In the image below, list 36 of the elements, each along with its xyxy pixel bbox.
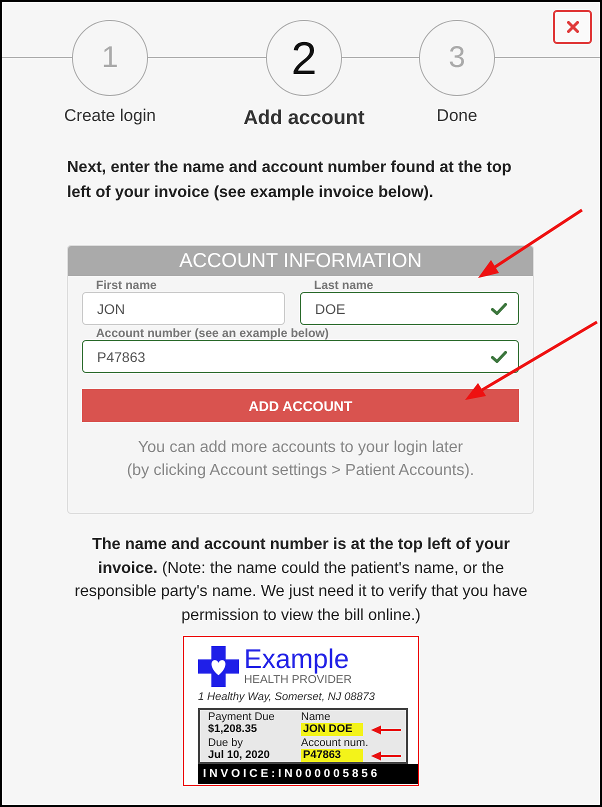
invoice-field-label: Account num. — [301, 737, 368, 749]
close-icon — [566, 21, 578, 33]
step-label: Create login — [64, 106, 156, 126]
text-field[interactable]: JON — [82, 292, 285, 325]
explanation-text: The name and account number is at the top left of your invoice. (Note: the name could the patient's name, or the responsible party's name. We just need it to verify that you have permission to view the bill online.) — [74, 535, 528, 626]
instruction-text: Next, enter the name and account number found at the top left of your invoice (see example invoice below). — [67, 158, 512, 203]
step-label: Add account — [243, 106, 365, 130]
step-label: Done — [436, 106, 478, 126]
step-number: 1 — [72, 20, 148, 96]
form-header: ACCOUNT INFORMATION — [68, 246, 533, 276]
arrow-icon — [371, 724, 401, 734]
invoice-number-bar: INVOICE:IN000005856 — [198, 764, 418, 784]
field-label: First name — [95, 278, 158, 292]
close-button[interactable] — [553, 10, 592, 44]
cross-heart-icon — [198, 646, 239, 686]
field-label: Last name — [313, 278, 374, 292]
check-icon — [491, 303, 507, 315]
text-field[interactable]: P47863 — [82, 340, 519, 373]
field-label: Account number (see an example below) — [95, 326, 330, 340]
step-number: 2 — [266, 20, 342, 96]
invoice-field-value: $1,208.35 — [208, 723, 257, 736]
step-number: 3 — [419, 20, 495, 96]
brand-name: Example — [244, 645, 350, 673]
arrow-icon — [371, 750, 401, 760]
brand-subtitle: HEALTH PROVIDER — [244, 674, 352, 687]
address-text: 1 Healthy Way, Somerset, NJ 08873 — [198, 691, 376, 704]
check-icon — [491, 351, 507, 363]
add-account-button[interactable]: ADD ACCOUNT — [82, 389, 519, 422]
invoice-field-value: JON DOE — [301, 723, 363, 736]
invoice-field-label: Name — [301, 711, 330, 723]
invoice-field-value: P47863 — [301, 749, 363, 762]
help-text: You can add more accounts to your login later (by clicking Account settings > Patient Accounts). — [126, 438, 476, 481]
text-field[interactable]: DOE — [300, 292, 519, 325]
invoice-field-label: Due by — [208, 737, 243, 749]
invoice-field-value: Jul 10, 2020 — [208, 749, 270, 762]
invoice-field-label: Payment Due — [208, 711, 275, 723]
